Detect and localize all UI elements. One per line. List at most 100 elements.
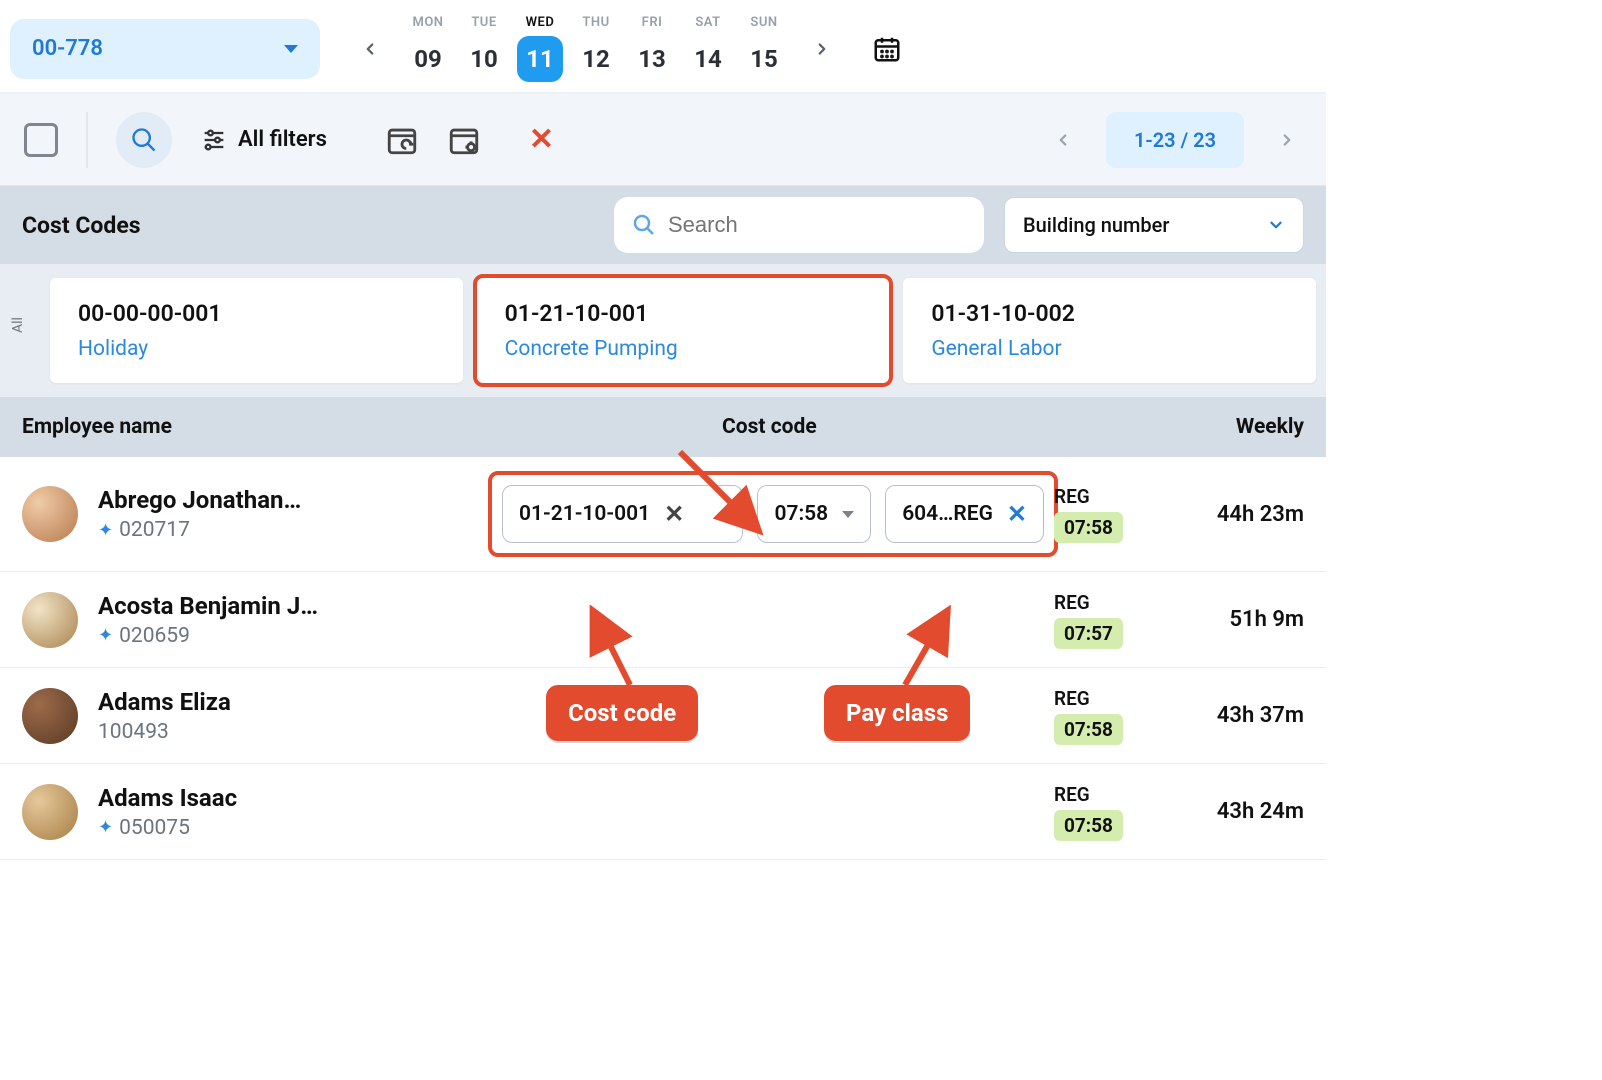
- day-num: 11: [517, 36, 563, 82]
- table-header: Employee name Cost code Weekly: [0, 397, 1326, 457]
- reg-time: 07:58: [1054, 714, 1123, 745]
- reg-time: 07:58: [1054, 810, 1123, 841]
- employee-name: Adams Isaac: [98, 784, 237, 812]
- search-button[interactable]: [116, 112, 172, 168]
- all-filters-button[interactable]: All filters: [200, 126, 327, 154]
- day-sat[interactable]: SAT 14: [680, 15, 736, 82]
- employee-badge: 050075: [119, 816, 190, 840]
- slot-cost-code-value: 01-21-10-001: [519, 502, 650, 526]
- reg-time: 07:57: [1054, 618, 1123, 649]
- day-num: 09: [405, 36, 451, 82]
- all-tab[interactable]: All: [10, 278, 36, 383]
- project-code: 00-778: [32, 36, 103, 61]
- reg-label: REG: [1054, 591, 1090, 614]
- day-num: 14: [685, 36, 731, 82]
- employee-badge: 100493: [98, 720, 169, 744]
- pager-label: 1-23 / 23: [1134, 128, 1216, 152]
- weekly-total: 44h 23m: [1174, 502, 1304, 527]
- cost-code-search[interactable]: [614, 197, 984, 253]
- day-fri[interactable]: FRI 13: [624, 15, 680, 82]
- reg-col: REG 07:58: [1054, 687, 1174, 745]
- pager-prev[interactable]: [1048, 131, 1078, 149]
- reg-label: REG: [1054, 485, 1090, 508]
- star-icon: ✦: [98, 625, 113, 646]
- day-mon[interactable]: MON 09: [400, 15, 456, 82]
- day-dow: TUE: [456, 15, 512, 30]
- day-thu[interactable]: THU 12: [568, 15, 624, 82]
- avatar: [22, 592, 78, 648]
- employee-name: Acosta Benjamin J…: [98, 592, 318, 620]
- clear-filters-icon[interactable]: ✕: [529, 122, 554, 157]
- employee-badge: 020659: [119, 624, 190, 648]
- close-icon[interactable]: ✕: [664, 500, 684, 528]
- close-icon[interactable]: ✕: [1007, 500, 1027, 528]
- th-employee-name: Employee name: [22, 415, 722, 439]
- chevron-down-icon: [284, 45, 298, 53]
- group-by-label: Building number: [1023, 213, 1169, 237]
- day-wed[interactable]: WED 11: [512, 15, 568, 82]
- star-icon: ✦: [98, 817, 113, 838]
- reg-col: REG 07:58: [1054, 485, 1174, 543]
- time-slots: 01-21-10-001 ✕ 07:58 604…REG ✕: [492, 475, 1054, 553]
- pager-pill[interactable]: 1-23 / 23: [1106, 112, 1244, 168]
- avatar: [22, 486, 78, 542]
- employee-row: Abrego Jonathan… ✦ 020717 01-21-10-001 ✕ …: [0, 457, 1326, 572]
- day-dow: WED: [512, 15, 568, 30]
- day-num: 12: [573, 36, 619, 82]
- cost-code-label: General Labor: [931, 337, 1288, 361]
- day-num: 10: [461, 36, 507, 82]
- day-num: 13: [629, 36, 675, 82]
- cost-codes-header: Cost Codes Building number: [0, 186, 1326, 264]
- cost-code-code: 01-21-10-001: [505, 300, 862, 327]
- day-tue[interactable]: TUE 10: [456, 15, 512, 82]
- slot-time-value: 07:58: [774, 502, 828, 526]
- pager-next[interactable]: [1272, 131, 1302, 149]
- employee-row: Adams Eliza 100493 REG 07:58 43h 37m: [0, 668, 1326, 764]
- cost-code-label: Concrete Pumping: [505, 337, 862, 361]
- employee-name: Adams Eliza: [98, 688, 231, 716]
- reg-label: REG: [1054, 687, 1090, 710]
- day-num: 15: [741, 36, 787, 82]
- reg-col: REG 07:57: [1054, 591, 1174, 649]
- cost-codes-title: Cost Codes: [22, 212, 141, 239]
- employee-row: Acosta Benjamin J… ✦ 020659 REG 07:57 51h…: [0, 572, 1326, 668]
- next-week-button[interactable]: [802, 29, 842, 69]
- slot-pay-class[interactable]: 604…REG ✕: [885, 485, 1044, 543]
- th-cost-code: Cost code: [722, 415, 1174, 439]
- day-dow: SUN: [736, 15, 792, 30]
- day-sun[interactable]: SUN 15: [736, 15, 792, 82]
- star-icon: ✦: [98, 520, 113, 541]
- th-weekly: Weekly: [1174, 415, 1304, 439]
- prev-week-button[interactable]: [350, 29, 390, 69]
- cost-code-card[interactable]: 01-21-10-001 Concrete Pumping: [477, 278, 890, 383]
- day-dow: THU: [568, 15, 624, 30]
- reg-col: REG 07:58: [1054, 783, 1174, 841]
- employee-badge: 020717: [119, 518, 190, 542]
- day-dow: SAT: [680, 15, 736, 30]
- select-all-checkbox[interactable]: [24, 123, 58, 157]
- slot-cost-code[interactable]: 01-21-10-001 ✕: [502, 485, 743, 543]
- group-by-select[interactable]: Building number: [1004, 197, 1304, 253]
- cost-code-code: 01-31-10-002: [931, 300, 1288, 327]
- weekly-total: 51h 9m: [1174, 607, 1304, 632]
- day-dow: FRI: [624, 15, 680, 30]
- toolbar: All filters ✕ 1-23 / 23: [0, 94, 1326, 186]
- all-filters-label: All filters: [238, 127, 327, 152]
- cost-code-search-input[interactable]: [668, 212, 966, 238]
- employee-name: Abrego Jonathan…: [98, 486, 301, 514]
- divider: [86, 112, 88, 168]
- calendar-icon[interactable]: [870, 32, 904, 66]
- chevron-down-icon: [842, 511, 854, 518]
- topbar: 00-778 MON 09TUE 10WED 11THU 12FRI 13SAT…: [0, 0, 1326, 94]
- reg-time: 07:58: [1054, 512, 1123, 543]
- project-selector[interactable]: 00-778: [10, 19, 320, 79]
- cost-code-card[interactable]: 01-31-10-002 General Labor: [903, 278, 1316, 383]
- day-dow: MON: [400, 15, 456, 30]
- slot-time[interactable]: 07:58: [757, 485, 871, 543]
- avatar: [22, 784, 78, 840]
- cost-code-cards: All 00-00-00-001 Holiday01-21-10-001 Con…: [0, 264, 1326, 397]
- cost-code-card[interactable]: 00-00-00-001 Holiday: [50, 278, 463, 383]
- calendar-settings-icon[interactable]: [447, 123, 481, 157]
- calendar-refresh-icon[interactable]: [385, 123, 419, 157]
- employee-row: Adams Isaac ✦050075 REG 07:58 43h 24m: [0, 764, 1326, 860]
